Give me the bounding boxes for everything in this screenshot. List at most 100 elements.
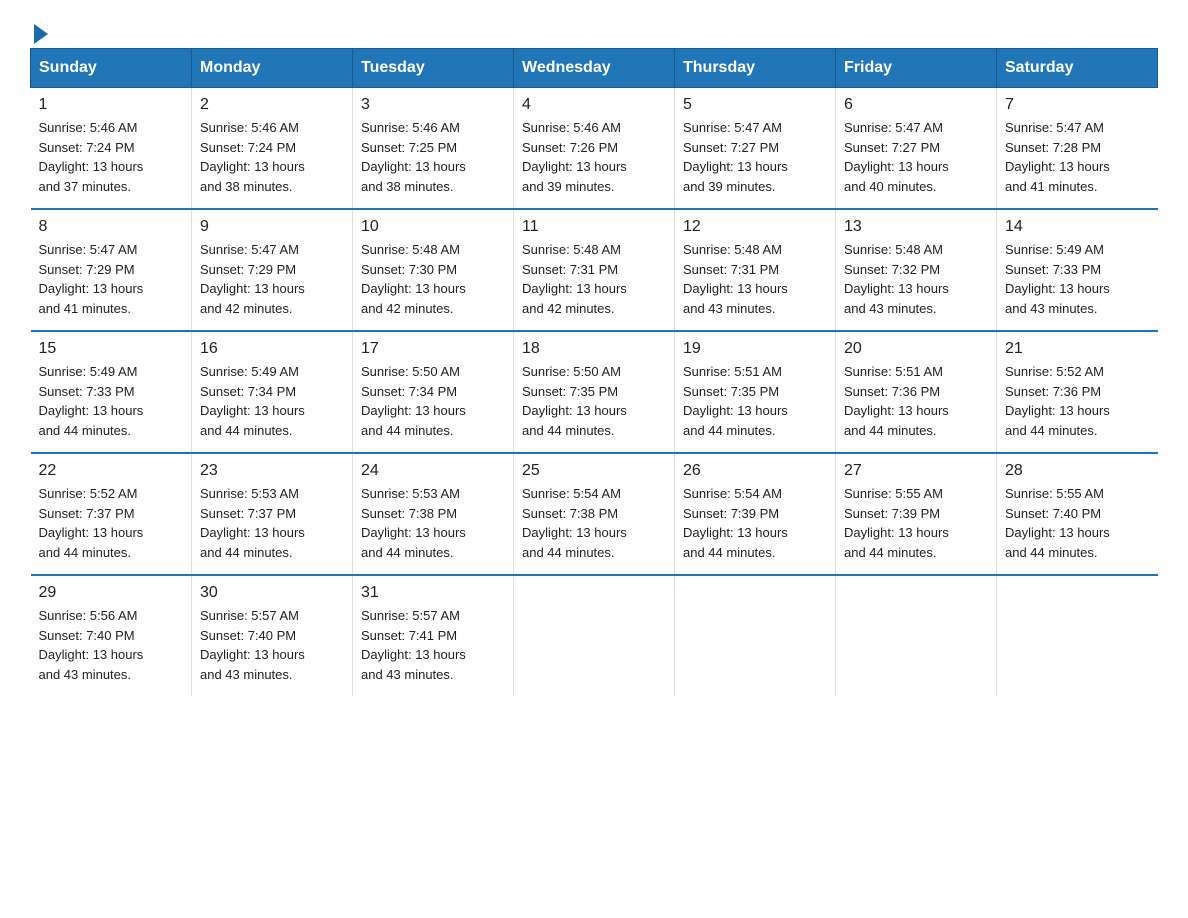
calendar-cell: 29 Sunrise: 5:56 AM Sunset: 7:40 PM Dayl… — [31, 575, 192, 696]
day-number: 1 — [39, 96, 184, 114]
day-header-wednesday: Wednesday — [514, 49, 675, 88]
calendar-cell: 20 Sunrise: 5:51 AM Sunset: 7:36 PM Dayl… — [836, 331, 997, 453]
calendar-cell: 23 Sunrise: 5:53 AM Sunset: 7:37 PM Dayl… — [192, 453, 353, 575]
day-number: 29 — [39, 584, 184, 602]
calendar-cell: 31 Sunrise: 5:57 AM Sunset: 7:41 PM Dayl… — [353, 575, 514, 696]
day-number: 24 — [361, 462, 505, 480]
calendar-cell: 24 Sunrise: 5:53 AM Sunset: 7:38 PM Dayl… — [353, 453, 514, 575]
day-info: Sunrise: 5:50 AM Sunset: 7:35 PM Dayligh… — [522, 362, 666, 440]
day-number: 18 — [522, 340, 666, 358]
calendar-cell: 1 Sunrise: 5:46 AM Sunset: 7:24 PM Dayli… — [31, 88, 192, 210]
day-number: 20 — [844, 340, 988, 358]
calendar-cell: 10 Sunrise: 5:48 AM Sunset: 7:30 PM Dayl… — [353, 209, 514, 331]
calendar-cell: 5 Sunrise: 5:47 AM Sunset: 7:27 PM Dayli… — [675, 88, 836, 210]
day-header-monday: Monday — [192, 49, 353, 88]
day-number: 16 — [200, 340, 344, 358]
day-number: 19 — [683, 340, 827, 358]
calendar-cell: 17 Sunrise: 5:50 AM Sunset: 7:34 PM Dayl… — [353, 331, 514, 453]
day-number: 3 — [361, 96, 505, 114]
calendar-cell: 11 Sunrise: 5:48 AM Sunset: 7:31 PM Dayl… — [514, 209, 675, 331]
calendar-cell — [675, 575, 836, 696]
calendar-cell: 22 Sunrise: 5:52 AM Sunset: 7:37 PM Dayl… — [31, 453, 192, 575]
day-info: Sunrise: 5:55 AM Sunset: 7:40 PM Dayligh… — [1005, 484, 1150, 562]
calendar-cell: 7 Sunrise: 5:47 AM Sunset: 7:28 PM Dayli… — [997, 88, 1158, 210]
day-number: 7 — [1005, 96, 1150, 114]
day-info: Sunrise: 5:49 AM Sunset: 7:33 PM Dayligh… — [39, 362, 184, 440]
day-header-row: SundayMondayTuesdayWednesdayThursdayFrid… — [31, 49, 1158, 88]
day-info: Sunrise: 5:46 AM Sunset: 7:26 PM Dayligh… — [522, 118, 666, 196]
calendar-cell: 14 Sunrise: 5:49 AM Sunset: 7:33 PM Dayl… — [997, 209, 1158, 331]
day-info: Sunrise: 5:52 AM Sunset: 7:36 PM Dayligh… — [1005, 362, 1150, 440]
day-number: 5 — [683, 96, 827, 114]
day-info: Sunrise: 5:47 AM Sunset: 7:27 PM Dayligh… — [844, 118, 988, 196]
calendar-cell: 25 Sunrise: 5:54 AM Sunset: 7:38 PM Dayl… — [514, 453, 675, 575]
calendar-cell: 18 Sunrise: 5:50 AM Sunset: 7:35 PM Dayl… — [514, 331, 675, 453]
day-info: Sunrise: 5:50 AM Sunset: 7:34 PM Dayligh… — [361, 362, 505, 440]
calendar-cell: 13 Sunrise: 5:48 AM Sunset: 7:32 PM Dayl… — [836, 209, 997, 331]
calendar-cell: 21 Sunrise: 5:52 AM Sunset: 7:36 PM Dayl… — [997, 331, 1158, 453]
calendar-cell: 3 Sunrise: 5:46 AM Sunset: 7:25 PM Dayli… — [353, 88, 514, 210]
day-info: Sunrise: 5:46 AM Sunset: 7:25 PM Dayligh… — [361, 118, 505, 196]
day-info: Sunrise: 5:47 AM Sunset: 7:29 PM Dayligh… — [200, 240, 344, 318]
day-info: Sunrise: 5:47 AM Sunset: 7:29 PM Dayligh… — [39, 240, 184, 318]
calendar-cell — [997, 575, 1158, 696]
day-header-thursday: Thursday — [675, 49, 836, 88]
day-number: 15 — [39, 340, 184, 358]
calendar-cell: 28 Sunrise: 5:55 AM Sunset: 7:40 PM Dayl… — [997, 453, 1158, 575]
day-info: Sunrise: 5:53 AM Sunset: 7:38 PM Dayligh… — [361, 484, 505, 562]
day-header-saturday: Saturday — [997, 49, 1158, 88]
calendar-cell: 2 Sunrise: 5:46 AM Sunset: 7:24 PM Dayli… — [192, 88, 353, 210]
day-info: Sunrise: 5:53 AM Sunset: 7:37 PM Dayligh… — [200, 484, 344, 562]
calendar-cell — [836, 575, 997, 696]
day-info: Sunrise: 5:54 AM Sunset: 7:39 PM Dayligh… — [683, 484, 827, 562]
calendar-cell: 8 Sunrise: 5:47 AM Sunset: 7:29 PM Dayli… — [31, 209, 192, 331]
week-row-3: 15 Sunrise: 5:49 AM Sunset: 7:33 PM Dayl… — [31, 331, 1158, 453]
day-number: 31 — [361, 584, 505, 602]
calendar-cell — [514, 575, 675, 696]
page-header — [30, 20, 1158, 38]
calendar-cell: 4 Sunrise: 5:46 AM Sunset: 7:26 PM Dayli… — [514, 88, 675, 210]
day-number: 12 — [683, 218, 827, 236]
calendar-table: SundayMondayTuesdayWednesdayThursdayFrid… — [30, 48, 1158, 696]
day-info: Sunrise: 5:52 AM Sunset: 7:37 PM Dayligh… — [39, 484, 184, 562]
calendar-cell: 12 Sunrise: 5:48 AM Sunset: 7:31 PM Dayl… — [675, 209, 836, 331]
calendar-cell: 15 Sunrise: 5:49 AM Sunset: 7:33 PM Dayl… — [31, 331, 192, 453]
day-header-friday: Friday — [836, 49, 997, 88]
day-info: Sunrise: 5:49 AM Sunset: 7:33 PM Dayligh… — [1005, 240, 1150, 318]
day-number: 21 — [1005, 340, 1150, 358]
day-info: Sunrise: 5:47 AM Sunset: 7:28 PM Dayligh… — [1005, 118, 1150, 196]
calendar-cell: 6 Sunrise: 5:47 AM Sunset: 7:27 PM Dayli… — [836, 88, 997, 210]
day-header-tuesday: Tuesday — [353, 49, 514, 88]
day-number: 4 — [522, 96, 666, 114]
calendar-cell: 30 Sunrise: 5:57 AM Sunset: 7:40 PM Dayl… — [192, 575, 353, 696]
calendar-cell: 16 Sunrise: 5:49 AM Sunset: 7:34 PM Dayl… — [192, 331, 353, 453]
day-info: Sunrise: 5:46 AM Sunset: 7:24 PM Dayligh… — [200, 118, 344, 196]
week-row-1: 1 Sunrise: 5:46 AM Sunset: 7:24 PM Dayli… — [31, 88, 1158, 210]
day-info: Sunrise: 5:47 AM Sunset: 7:27 PM Dayligh… — [683, 118, 827, 196]
day-number: 28 — [1005, 462, 1150, 480]
day-number: 17 — [361, 340, 505, 358]
day-header-sunday: Sunday — [31, 49, 192, 88]
day-number: 11 — [522, 218, 666, 236]
logo — [30, 20, 48, 38]
day-info: Sunrise: 5:49 AM Sunset: 7:34 PM Dayligh… — [200, 362, 344, 440]
calendar-cell: 19 Sunrise: 5:51 AM Sunset: 7:35 PM Dayl… — [675, 331, 836, 453]
day-number: 13 — [844, 218, 988, 236]
day-info: Sunrise: 5:46 AM Sunset: 7:24 PM Dayligh… — [39, 118, 184, 196]
day-info: Sunrise: 5:56 AM Sunset: 7:40 PM Dayligh… — [39, 606, 184, 684]
calendar-cell: 9 Sunrise: 5:47 AM Sunset: 7:29 PM Dayli… — [192, 209, 353, 331]
day-info: Sunrise: 5:51 AM Sunset: 7:36 PM Dayligh… — [844, 362, 988, 440]
day-info: Sunrise: 5:48 AM Sunset: 7:31 PM Dayligh… — [522, 240, 666, 318]
day-info: Sunrise: 5:48 AM Sunset: 7:31 PM Dayligh… — [683, 240, 827, 318]
day-info: Sunrise: 5:48 AM Sunset: 7:32 PM Dayligh… — [844, 240, 988, 318]
day-info: Sunrise: 5:57 AM Sunset: 7:40 PM Dayligh… — [200, 606, 344, 684]
week-row-4: 22 Sunrise: 5:52 AM Sunset: 7:37 PM Dayl… — [31, 453, 1158, 575]
day-number: 25 — [522, 462, 666, 480]
logo-arrow-icon — [34, 24, 48, 44]
day-info: Sunrise: 5:57 AM Sunset: 7:41 PM Dayligh… — [361, 606, 505, 684]
day-number: 14 — [1005, 218, 1150, 236]
day-number: 22 — [39, 462, 184, 480]
day-info: Sunrise: 5:48 AM Sunset: 7:30 PM Dayligh… — [361, 240, 505, 318]
day-number: 30 — [200, 584, 344, 602]
day-number: 6 — [844, 96, 988, 114]
